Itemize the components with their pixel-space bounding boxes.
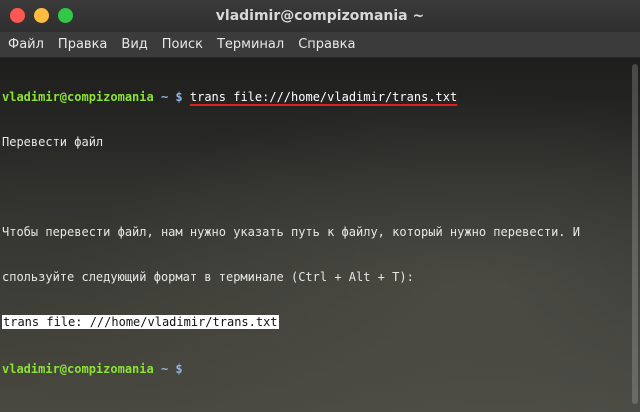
- output-line-4: спользуйте следующий формат в терминале …: [2, 270, 414, 284]
- output-line-2: [2, 180, 622, 195]
- title-bar[interactable]: vladimir@compizomania ~: [0, 0, 640, 32]
- output-line-1: Перевести файл: [2, 135, 104, 149]
- prompt-user: vladimir@compizomania: [2, 90, 154, 104]
- menu-file[interactable]: Файл: [8, 37, 44, 52]
- menu-search[interactable]: Поиск: [162, 37, 203, 52]
- highlighted-format: trans file: ///home/vladimir/trans.txt: [2, 315, 279, 329]
- window-title: vladimir@compizomania ~: [215, 8, 425, 24]
- prompt-line-1: vladimir@compizomania ~ $ trans file:///…: [2, 90, 622, 105]
- prompt-path: ~ $: [160, 90, 183, 104]
- close-button[interactable]: [10, 8, 25, 23]
- terminal-area[interactable]: vladimir@compizomania ~ $ trans file:///…: [0, 58, 640, 412]
- command-text: trans file:///home/vladimir/trans.txt: [189, 90, 458, 104]
- scrollbar-thumb[interactable]: [632, 64, 638, 404]
- prompt-line-2: vladimir@compizomania ~ $: [2, 360, 622, 376]
- maximize-button[interactable]: [58, 8, 73, 23]
- output-line-3: Чтобы перевести файл, нам нужно указать …: [2, 225, 580, 239]
- terminal-output: vladimir@compizomania ~ $ trans file:///…: [2, 60, 622, 405]
- window-controls: [10, 8, 73, 23]
- prompt-path-2: ~ $: [160, 362, 183, 376]
- prompt-user-2: vladimir@compizomania: [2, 362, 154, 376]
- menu-help[interactable]: Справка: [298, 37, 355, 52]
- terminal-window: vladimir@compizomania ~ Файл Правка Вид …: [0, 0, 640, 412]
- menu-bar: Файл Правка Вид Поиск Терминал Справка: [0, 32, 640, 58]
- scrollbar[interactable]: [632, 64, 638, 404]
- text-cursor: [183, 360, 190, 373]
- menu-edit[interactable]: Правка: [58, 37, 107, 52]
- menu-view[interactable]: Вид: [121, 37, 147, 52]
- output-line-5: trans file: ///home/vladimir/trans.txt: [2, 315, 622, 330]
- minimize-button[interactable]: [34, 8, 49, 23]
- menu-terminal[interactable]: Терминал: [217, 37, 284, 52]
